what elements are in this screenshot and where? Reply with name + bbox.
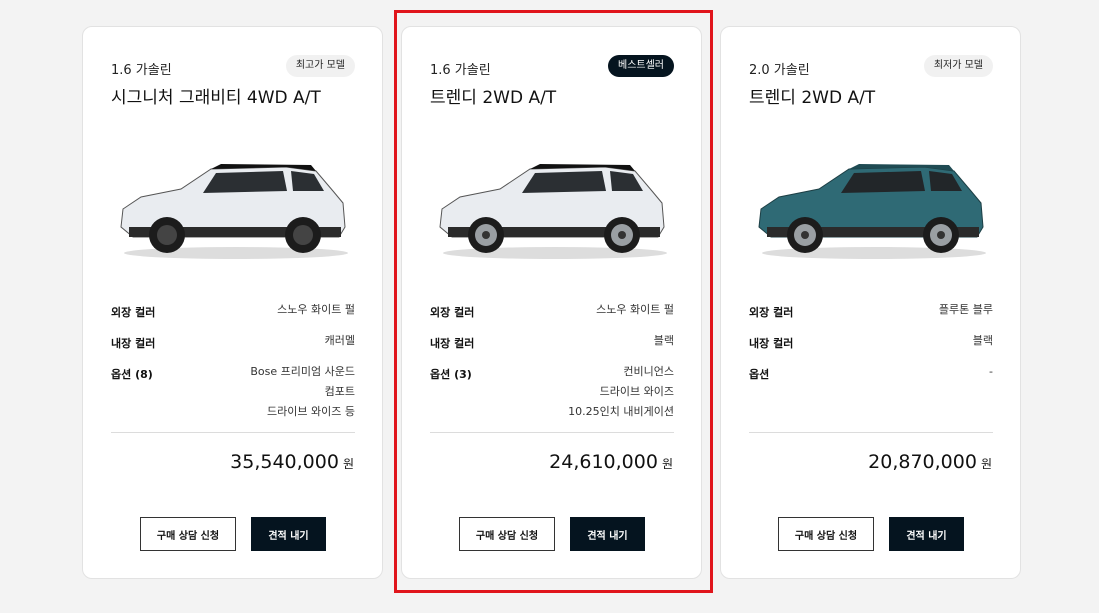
- trim-name: 시그니처 그래비티 4WD A/T: [111, 88, 321, 108]
- badge-top-price: 최고가 모델: [285, 55, 355, 77]
- spec-value: 스노우 화이트 펄: [277, 303, 355, 316]
- spec-label: 내장 컬러: [111, 337, 156, 350]
- divider: [111, 432, 355, 433]
- spec-value: 플루톤 블루: [938, 303, 993, 316]
- spec-value: 캐러멜: [324, 334, 355, 347]
- spec-label: 옵션: [749, 368, 770, 381]
- spec-label: 외장 컬러: [111, 306, 156, 319]
- trim-name: 트렌디 2WD A/T: [430, 88, 557, 108]
- spec-label: 외장 컬러: [749, 306, 794, 319]
- spec-value: 블랙: [653, 334, 674, 347]
- spec-value: 컨비니언스 드라이브 와이즈 10.25인치 내비게이션: [568, 362, 674, 422]
- spec-exterior: 외장 컬러 스노우 화이트 펄: [111, 303, 355, 320]
- spec-options: 옵션 (3) 컨비니언스 드라이브 와이즈 10.25인치 내비게이션: [430, 365, 674, 422]
- price-value: 35,540,000: [230, 451, 339, 473]
- badge-lowest-price: 최저가 모델: [923, 55, 993, 77]
- quote-button[interactable]: 견적 내기: [251, 517, 326, 551]
- spec-exterior: 외장 컬러 스노우 화이트 펄: [430, 303, 674, 320]
- price: 24,610,000 원: [549, 451, 673, 473]
- option-item: Bose 프리미엄 사운드: [250, 365, 355, 378]
- quote-button[interactable]: 견적 내기: [889, 517, 964, 551]
- spec-label: 내장 컬러: [749, 337, 794, 350]
- option-item: 컴포트: [324, 385, 355, 398]
- option-item: 10.25인치 내비게이션: [568, 405, 674, 418]
- spec-label: 옵션 (3): [430, 368, 472, 381]
- engine-label: 2.0 가솔린: [749, 63, 810, 78]
- price-value: 24,610,000: [549, 451, 658, 473]
- divider: [430, 432, 674, 433]
- badge-bestseller: 베스트셀러: [608, 55, 674, 77]
- trim-card-trendy-16: 1.6 가솔린 베스트셀러 트렌디 2WD A/T 외장 컬러 스노우 화이트 …: [401, 26, 702, 579]
- consult-button[interactable]: 구매 상담 신청: [778, 517, 874, 551]
- price-value: 20,870,000: [868, 451, 977, 473]
- spec-options: 옵션 -: [749, 365, 993, 382]
- option-item: 컨비니언스: [623, 365, 674, 378]
- option-item: 드라이브 와이즈: [599, 385, 674, 398]
- currency: 원: [980, 457, 992, 471]
- option-item: 드라이브 와이즈 등: [267, 405, 355, 418]
- spec-value: 스노우 화이트 펄: [596, 303, 674, 316]
- spec-value: Bose 프리미엄 사운드 컴포트 드라이브 와이즈 등: [250, 362, 355, 422]
- spec-exterior: 외장 컬러 플루톤 블루: [749, 303, 993, 320]
- car-image: [758, 164, 986, 259]
- car-image: [439, 164, 667, 259]
- spec-interior: 내장 컬러 캐러멜: [111, 334, 355, 351]
- spec-interior: 내장 컬러 블랙: [430, 334, 674, 351]
- currency: 원: [342, 457, 354, 471]
- spec-value: -: [989, 362, 993, 382]
- spec-interior: 내장 컬러 블랙: [749, 334, 993, 351]
- spec-options: 옵션 (8) Bose 프리미엄 사운드 컴포트 드라이브 와이즈 등: [111, 365, 355, 422]
- spec-label: 외장 컬러: [430, 306, 475, 319]
- currency: 원: [661, 457, 673, 471]
- engine-label: 1.6 가솔린: [111, 63, 172, 78]
- engine-label: 1.6 가솔린: [430, 63, 491, 78]
- spec-label: 옵션 (8): [111, 368, 153, 381]
- consult-button[interactable]: 구매 상담 신청: [459, 517, 555, 551]
- divider: [749, 432, 993, 433]
- option-item: -: [989, 365, 993, 378]
- consult-button[interactable]: 구매 상담 신청: [140, 517, 236, 551]
- trim-card-signature: 1.6 가솔린 최고가 모델 시그니처 그래비티 4WD A/T 외장 컬러 스…: [82, 26, 383, 579]
- trim-name: 트렌디 2WD A/T: [749, 88, 876, 108]
- trim-card-trendy-20: 2.0 가솔린 최저가 모델 트렌디 2WD A/T 외장 컬러 플루톤 블루 …: [720, 26, 1021, 579]
- price: 35,540,000 원: [230, 451, 354, 473]
- car-image: [120, 164, 348, 259]
- spec-value: 블랙: [972, 334, 993, 347]
- price: 20,870,000 원: [868, 451, 992, 473]
- spec-label: 내장 컬러: [430, 337, 475, 350]
- quote-button[interactable]: 견적 내기: [570, 517, 645, 551]
